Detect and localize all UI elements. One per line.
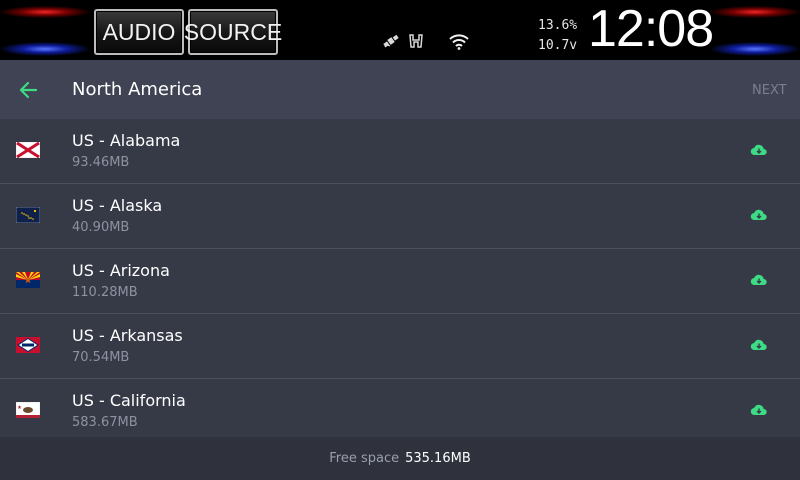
honda-logo-icon xyxy=(408,30,424,52)
region-size: 93.46MB xyxy=(72,155,130,170)
next-button[interactable]: NEXT xyxy=(752,83,787,98)
list-item[interactable]: US - Arizona 110.28MB xyxy=(0,249,800,314)
cloud-download-icon[interactable] xyxy=(750,336,768,354)
clock: 12:08 xyxy=(588,0,714,58)
region-name: US - Arizona xyxy=(72,261,170,280)
region-list: US - Alabama 93.46MB US - Alaska 40.90MB xyxy=(0,119,800,437)
arizona-flag-icon xyxy=(16,272,40,288)
region-size: 40.90MB xyxy=(72,220,130,235)
list-item[interactable]: US - Alaska 40.90MB xyxy=(0,184,800,249)
free-space-value: 535.16MB xyxy=(405,451,471,466)
california-flag-icon xyxy=(16,402,40,418)
list-item[interactable]: US - Arkansas 70.54MB xyxy=(0,314,800,379)
region-name: US - Alabama xyxy=(72,131,181,150)
region-name: US - California xyxy=(72,391,186,410)
ambient-glow-left xyxy=(0,0,90,60)
region-name: US - Arkansas xyxy=(72,326,183,345)
arrow-left-icon xyxy=(19,81,38,99)
list-item[interactable]: US - California 583.67MB xyxy=(0,379,800,437)
cloud-download-icon[interactable] xyxy=(750,401,768,419)
map-download-screen: North America NEXT US - Alabama 93.46MB xyxy=(0,60,800,480)
page-title: North America xyxy=(72,79,203,100)
region-size: 110.28MB xyxy=(72,285,138,300)
arkansas-flag-icon xyxy=(16,337,40,353)
ambient-glow-right xyxy=(710,0,800,60)
back-button[interactable] xyxy=(14,78,42,102)
status-bar: AUDIO SOURCE 13.6% 10.7v 12:08 xyxy=(0,0,800,60)
alabama-flag-icon xyxy=(16,142,40,158)
source-button[interactable]: SOURCE xyxy=(184,9,282,55)
wifi-icon xyxy=(448,30,470,52)
list-item[interactable]: US - Alabama 93.46MB xyxy=(0,119,800,184)
region-size: 583.67MB xyxy=(72,415,138,430)
app-header: North America NEXT xyxy=(0,60,800,119)
free-space-label: Free space xyxy=(329,451,400,466)
free-space-footer: Free space 535.16MB xyxy=(0,437,800,480)
cloud-download-icon[interactable] xyxy=(750,141,768,159)
audio-button[interactable]: AUDIO xyxy=(94,9,184,55)
region-name: US - Alaska xyxy=(72,196,163,215)
metric-top: 13.6% xyxy=(538,18,578,33)
metric-bottom: 10.7v xyxy=(538,38,578,53)
alaska-flag-icon xyxy=(16,207,40,223)
cloud-download-icon[interactable] xyxy=(750,271,768,289)
gps-icon xyxy=(382,30,400,52)
cloud-download-icon[interactable] xyxy=(750,206,768,224)
region-size: 70.54MB xyxy=(72,350,130,365)
